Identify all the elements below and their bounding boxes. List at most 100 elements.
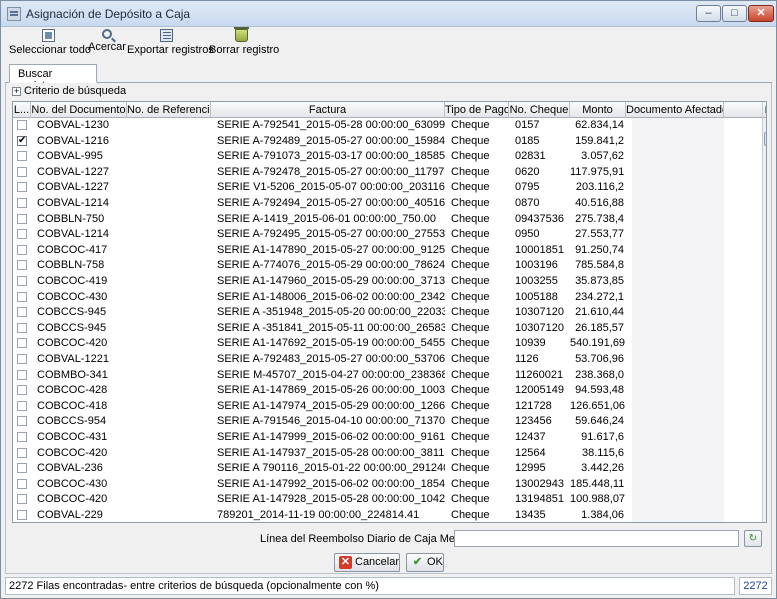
table-row[interactable]: COBCOC-418 SERIE A1-147974_2015-05-29 00:… (13, 398, 762, 415)
row-checkbox[interactable] (17, 166, 27, 177)
cancel-button[interactable]: ✕ Cancelar (334, 553, 400, 572)
header-col-documento[interactable]: No. del Documento (31, 102, 127, 118)
main-window: Asignación de Depósito a Caja – □ ✕ Sele… (0, 0, 777, 599)
header-col-select[interactable]: L... (13, 102, 31, 118)
vertical-scrollbar[interactable]: ▤ ▲ ▼ (762, 102, 767, 522)
table-row[interactable]: COBCOC-420 SERIE A1-147928_2015-05-28 00:… (13, 492, 762, 508)
table-row[interactable]: COBCOC-420 SERIE A1-147937_2015-05-28 00:… (13, 445, 762, 462)
select-all-button[interactable]: Seleccionar todo (9, 28, 91, 60)
criteria-label: Criterio de búsqueda (24, 85, 127, 97)
cell-monto: 91.617,6 (581, 431, 624, 443)
title-bar[interactable]: Asignación de Depósito a Caja – □ ✕ (1, 1, 776, 27)
zoom-button[interactable]: Acercar (88, 28, 126, 60)
cell-factura: SERIE A-1419_2015-06-01 00:00:00_750.00 (217, 212, 436, 225)
table-row[interactable]: COBCCS-954 SERIE A-791546_2015-04-10 00:0… (13, 414, 762, 430)
row-checkbox[interactable] (17, 307, 27, 318)
cell-tipo-pago: Cheque (451, 134, 490, 147)
maximize-button[interactable]: □ (722, 5, 747, 22)
scroll-up-icon[interactable]: ▲ (764, 119, 767, 129)
row-checkbox[interactable] (17, 276, 27, 286)
header-col-factura[interactable]: Factura (211, 102, 445, 118)
table-row[interactable]: COBVAL-1227 SERIE A-792478_2015-05-27 00:… (13, 164, 762, 181)
tab-buscar-registros[interactable]: Buscar registros (9, 64, 97, 92)
table-row[interactable]: COBVAL-1227 SERIE V1-5206_2015-05-07 00:0… (13, 180, 762, 196)
header-col-cheque[interactable]: No. Cheque (509, 102, 570, 118)
cell-referencia (133, 149, 211, 165)
row-checkbox[interactable] (17, 510, 27, 520)
row-checkbox[interactable] (17, 385, 27, 396)
table-row[interactable]: COBCOC-428 SERIE A1-147869_2015-05-26 00:… (13, 383, 762, 399)
row-checkbox[interactable] (17, 432, 27, 442)
table-row[interactable]: COBCOC-420 SERIE A1-147692_2015-05-19 00:… (13, 336, 762, 352)
row-checkbox[interactable] (17, 494, 27, 505)
row-checkbox[interactable] (17, 291, 27, 302)
column-chooser-icon[interactable]: ▤ (763, 102, 766, 118)
minimize-button[interactable]: – (696, 5, 721, 22)
table-row[interactable]: COBBLN-758 SERIE A-774076_2015-05-29 00:0… (13, 258, 762, 274)
row-checkbox[interactable] (17, 198, 27, 208)
cell-cheque: 10939 (515, 337, 546, 350)
table-row[interactable]: ✔ COBVAL-1216 SERIE A-792489_2015-05-27 00… (13, 133, 762, 150)
scroll-thumb[interactable] (764, 132, 766, 146)
ok-button[interactable]: ✔ OK (406, 553, 444, 572)
cell-documento: COBVAL-1221 (37, 353, 109, 365)
row-checkbox[interactable]: ✔ (17, 135, 27, 146)
row-checkbox[interactable] (17, 120, 27, 130)
cell-referencia (133, 212, 211, 228)
scroll-down-icon[interactable]: ▼ (764, 510, 767, 520)
row-checkbox[interactable] (17, 400, 27, 411)
row-checkbox[interactable] (17, 369, 27, 380)
delete-button[interactable]: Borrar registro (209, 27, 279, 60)
reembolso-lookup-button[interactable]: ↻ (744, 530, 762, 547)
cell-factura: SERIE A -351948_2015-05-20 00:00:00_2203… (217, 306, 445, 319)
row-checkbox[interactable] (17, 182, 27, 193)
row-checkbox[interactable] (17, 322, 27, 333)
table-row[interactable]: COBCOC-430 SERIE A1-148006_2015-06-02 00:… (13, 289, 762, 306)
close-button[interactable]: ✕ (748, 5, 774, 22)
row-checkbox[interactable] (17, 213, 27, 224)
row-checkbox[interactable] (17, 338, 27, 349)
table-row[interactable]: COBCOC-419 SERIE A1-147960_2015-05-29 00:… (13, 274, 762, 290)
row-checkbox[interactable] (17, 244, 27, 255)
cell-factura: SERIE A 790116_2015-01-22 00:00:00_29124… (217, 462, 445, 475)
export-button[interactable]: Exportar registros (127, 28, 214, 60)
check-icon: ✔ (412, 556, 423, 568)
cell-monto: 785.584,8 (575, 259, 624, 272)
table-row[interactable]: COBCOC-430 SERIE A1-147992_2015-06-02 00:… (13, 476, 762, 493)
cell-factura: SERIE A -351841_2015-05-11 00:00:00_2658… (217, 321, 445, 334)
table-row[interactable]: COBMBO-341 SERIE M-45707_2015-04-27 00:00… (13, 367, 762, 384)
cell-afectado (632, 196, 724, 212)
row-checkbox[interactable] (17, 447, 27, 458)
row-checkbox[interactable] (17, 478, 27, 489)
table-row[interactable]: COBCCS-945 SERIE A -351841_2015-05-11 00:… (13, 320, 762, 337)
table-row[interactable]: COBCOC-431 SERIE A1-147999_2015-06-02 00:… (13, 430, 762, 446)
header-col-afectado[interactable]: Documento Afectado (626, 102, 724, 118)
table-row[interactable]: COBCCS-945 SERIE A -351948_2015-05-20 00:… (13, 305, 762, 321)
criteria-toggle[interactable]: + Criterio de búsqueda (12, 85, 126, 99)
cell-tipo-pago: Cheque (451, 181, 490, 194)
row-checkbox[interactable] (17, 229, 27, 240)
cell-referencia (133, 430, 211, 446)
cell-monto: 91.250,74 (575, 243, 624, 256)
row-checkbox[interactable] (17, 416, 27, 427)
row-checkbox[interactable] (17, 151, 27, 162)
reembolso-input[interactable] (454, 530, 739, 547)
header-col-referencia[interactable]: No. de Referencia (127, 102, 211, 118)
cell-monto: 94.593,48 (575, 384, 624, 397)
table-row[interactable]: COBVAL-1221 SERIE A-792483_2015-05-27 00:… (13, 352, 762, 368)
table-row[interactable]: COBVAL-1230 SERIE A-792541_2015-05-28 00:… (13, 118, 762, 134)
header-col-monto[interactable]: Monto (570, 102, 626, 118)
status-text: 2272 Filas encontradas- entre criterios … (5, 577, 735, 595)
table-row[interactable]: COBVAL-236 SERIE A 790116_2015-01-22 00:0… (13, 461, 762, 477)
table-row[interactable]: COBCOC-417 SERIE A1-147890_2015-05-27 00:… (13, 242, 762, 259)
table-row[interactable]: COBVAL-229 789201_2014-11-19 00:00:00_224… (13, 508, 762, 522)
row-checkbox[interactable] (17, 354, 27, 364)
table-row[interactable]: COBVAL-1214 SERIE A-792495_2015-05-27 00:… (13, 227, 762, 243)
table-row[interactable]: COBVAL-995 SERIE A-791073_2015-03-17 00:0… (13, 149, 762, 165)
cancel-label: Cancelar (355, 556, 400, 568)
table-row[interactable]: COBBLN-750 SERIE A-1419_2015-06-01 00:00:… (13, 211, 762, 228)
table-row[interactable]: COBVAL-1214 SERIE A-792494_2015-05-27 00:… (13, 196, 762, 212)
row-checkbox[interactable] (17, 260, 27, 271)
row-checkbox[interactable] (17, 463, 27, 474)
header-col-tipo-pago[interactable]: Tipo de Pago (445, 102, 509, 118)
